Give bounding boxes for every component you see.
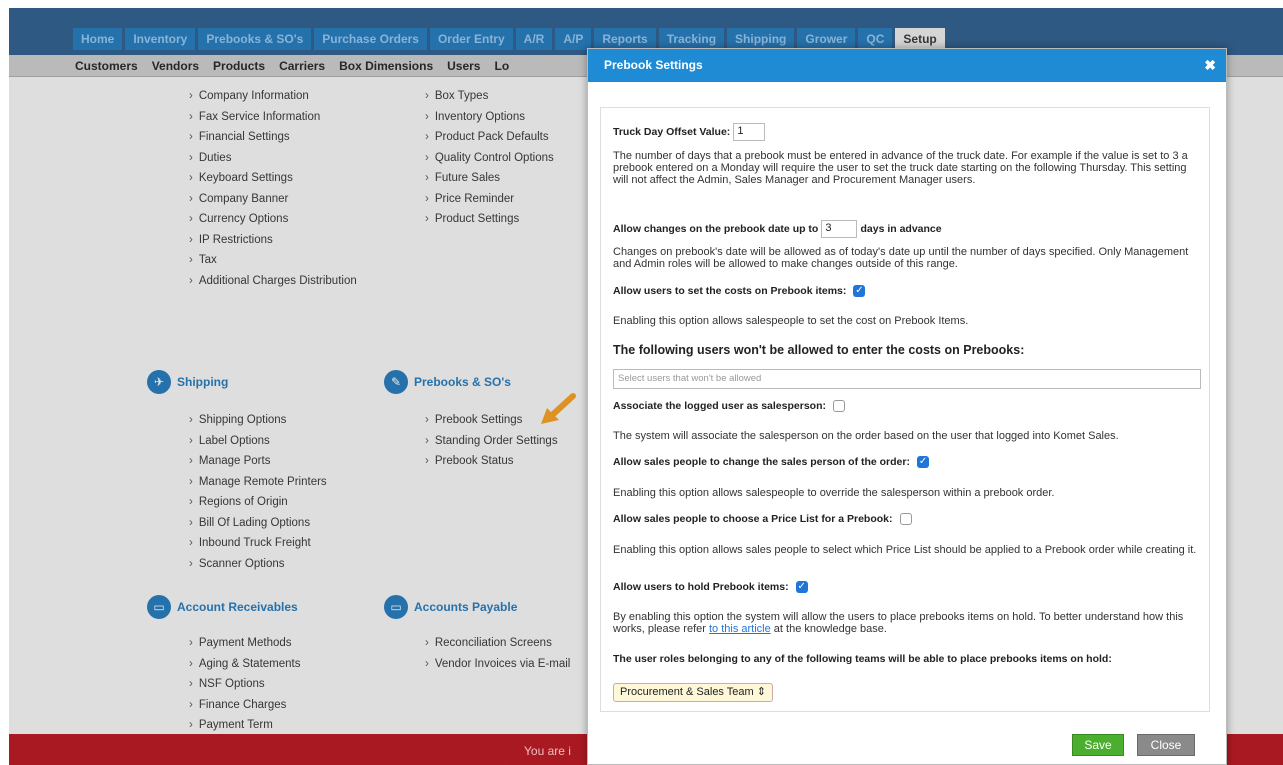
team-dropdown[interactable]: Procurement & Sales Team ⇕ [613,683,773,702]
allow-changes-prefix: Allow changes on the prebook date up to [613,222,819,235]
prebook-settings-modal: Prebook Settings ✖ Truck Day Offset Valu… [587,48,1227,765]
settings-panel: Truck Day Offset Value: 1 The number of … [600,107,1210,712]
change-salesperson-label: Allow sales people to change the sales p… [613,456,910,468]
hold-teams-label: The user roles belonging to any of the f… [613,653,1112,665]
price-list-row: Allow sales people to choose a Price Lis… [613,513,1201,526]
set-costs-label: Allow users to set the costs on Prebook … [613,285,847,297]
restricted-users-label: The following users won't be allowed to … [613,343,1025,357]
allow-changes-row: Allow changes on the prebook date up to … [613,220,1201,238]
set-costs-row: Allow users to set the costs on Prebook … [613,285,1201,298]
set-costs-description: Enabling this option allows salespeople … [613,315,969,327]
set-costs-checkbox[interactable]: ✓ [853,285,866,298]
allow-changes-suffix: days in advance [860,222,942,235]
hold-items-checkbox[interactable]: ✓ [795,581,808,594]
change-salesperson-description: Enabling this option allows salespeople … [613,487,1055,499]
associate-salesperson-checkbox[interactable] [833,400,846,413]
hold-desc-after: at the knowledge base. [770,623,887,635]
modal-title: Prebook Settings [604,58,703,72]
truck-offset-description: The number of days that a prebook must b… [613,150,1188,186]
close-button[interactable]: Close [1137,734,1195,756]
hold-items-row: Allow users to hold Prebook items: ✓ [613,581,1201,594]
price-list-description: Enabling this option allows sales people… [613,544,1197,556]
truck-offset-label: Truck Day Offset Value: [613,125,731,138]
restricted-users-select[interactable]: Select users that won't be allowed [613,369,1201,389]
change-salesperson-checkbox[interactable]: ✓ [917,456,930,469]
knowledge-base-link[interactable]: to this article [709,623,771,635]
save-button[interactable]: Save [1072,734,1124,756]
close-icon[interactable]: ✖ [1204,49,1216,82]
allow-changes-description: Changes on prebook's date will be allowe… [613,246,1189,270]
hold-desc-before: By enabling this option the system will … [613,611,1184,635]
truck-offset-row: Truck Day Offset Value: 1 [613,123,1201,141]
hold-items-description: By enabling this option the system will … [613,611,1201,635]
associate-salesperson-label: Associate the logged user as salesperson… [613,400,826,412]
modal-header: Prebook Settings ✖ [588,49,1226,82]
price-list-checkbox[interactable] [899,513,912,526]
associate-salesperson-description: The system will associate the salesperso… [613,430,1119,442]
associate-salesperson-row: Associate the logged user as salesperson… [613,400,1201,413]
allow-changes-days-input[interactable]: 3 [821,220,858,238]
hold-items-label: Allow users to hold Prebook items: [613,581,789,593]
change-salesperson-row: Allow sales people to change the sales p… [613,456,1201,469]
truck-offset-input[interactable]: 1 [733,123,766,141]
price-list-label: Allow sales people to choose a Price Lis… [613,513,893,525]
